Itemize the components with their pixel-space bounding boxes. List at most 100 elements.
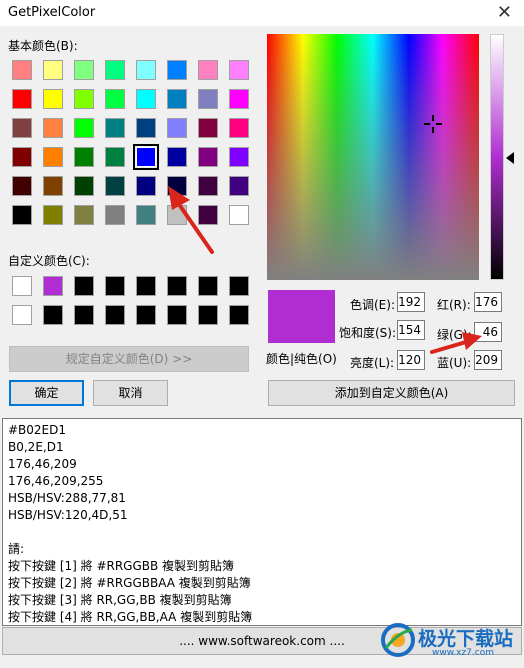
basic-color-swatch[interactable] bbox=[74, 176, 94, 196]
annotation-arrow-icon bbox=[430, 332, 482, 354]
basic-color-swatch[interactable] bbox=[229, 176, 249, 196]
output-line: #B02ED1 bbox=[8, 423, 67, 437]
basic-color-swatch[interactable] bbox=[105, 176, 125, 196]
cancel-button[interactable]: 取消 bbox=[93, 380, 168, 406]
custom-color-swatch[interactable] bbox=[12, 276, 32, 296]
basic-color-swatch[interactable] bbox=[136, 118, 156, 138]
watermark-logo-icon bbox=[381, 623, 415, 657]
output-line: 176,46,209,255 bbox=[8, 474, 104, 488]
basic-color-swatch[interactable] bbox=[136, 176, 156, 196]
basic-color-swatch[interactable] bbox=[167, 147, 187, 167]
basic-color-swatch[interactable] bbox=[136, 89, 156, 109]
basic-color-swatch[interactable] bbox=[105, 147, 125, 167]
watermark-text: 极光下载站 bbox=[418, 628, 514, 650]
basic-color-swatch[interactable] bbox=[229, 147, 249, 167]
sat-field[interactable]: 154 bbox=[397, 320, 425, 340]
basic-color-swatch[interactable] bbox=[12, 176, 32, 196]
custom-color-swatch[interactable] bbox=[43, 305, 63, 325]
basic-color-swatch[interactable] bbox=[105, 205, 125, 225]
basic-color-swatch[interactable] bbox=[229, 60, 249, 80]
basic-color-swatch[interactable] bbox=[105, 118, 125, 138]
output-textarea[interactable]: #B02ED1 B0,2E,D1 176,46,209 176,46,209,255 H… bbox=[2, 418, 522, 626]
red-label: 红(R): bbox=[437, 298, 471, 312]
basic-color-swatch[interactable] bbox=[74, 118, 94, 138]
red-field[interactable]: 176 bbox=[474, 292, 502, 312]
preview-label: 颜色|纯色(O) bbox=[266, 352, 337, 366]
color-preview bbox=[268, 290, 335, 343]
crosshair-icon bbox=[424, 115, 442, 133]
custom-color-swatch[interactable] bbox=[229, 276, 249, 296]
basic-color-swatch[interactable] bbox=[167, 60, 187, 80]
add-custom-color-button[interactable]: 添加到自定义颜色(A) bbox=[268, 380, 515, 406]
basic-color-swatch[interactable] bbox=[167, 89, 187, 109]
output-line: HSB/HSV:120,4D,51 bbox=[8, 508, 128, 522]
luminance-slider[interactable] bbox=[490, 34, 504, 280]
basic-color-swatch[interactable] bbox=[136, 60, 156, 80]
basic-color-swatch[interactable] bbox=[12, 205, 32, 225]
basic-color-swatch[interactable] bbox=[74, 60, 94, 80]
basic-color-swatch[interactable] bbox=[12, 118, 32, 138]
basic-color-swatch[interactable] bbox=[167, 118, 187, 138]
hue-label: 色调(E): bbox=[350, 298, 395, 312]
basic-color-swatch[interactable] bbox=[74, 205, 94, 225]
color-spectrum[interactable] bbox=[267, 34, 479, 280]
define-custom-colors-button[interactable]: 规定自定义颜色(D) >> bbox=[9, 346, 249, 372]
basic-color-swatch[interactable] bbox=[105, 89, 125, 109]
custom-color-swatch[interactable] bbox=[198, 305, 218, 325]
basic-color-swatch[interactable] bbox=[43, 205, 63, 225]
basic-color-swatch[interactable] bbox=[74, 147, 94, 167]
output-line: 按下按鍵 [2] 將 #RRGGBBAA 複製到剪貼簿 bbox=[8, 576, 251, 590]
basic-color-swatch[interactable] bbox=[105, 60, 125, 80]
basic-color-swatch[interactable] bbox=[43, 176, 63, 196]
window-title: GetPixelColor bbox=[8, 5, 96, 20]
basic-colors-label: 基本颜色(B): bbox=[8, 39, 78, 53]
custom-color-swatch[interactable] bbox=[167, 305, 187, 325]
luminance-arrow-icon[interactable] bbox=[506, 152, 514, 164]
watermark: 极光下载站 www.xz7.com bbox=[380, 618, 520, 662]
basic-color-swatch[interactable] bbox=[12, 147, 32, 167]
output-line: B0,2E,D1 bbox=[8, 440, 64, 454]
output-line: 按下按鍵 [1] 將 #RRGGBB 複製到剪貼簿 bbox=[8, 559, 235, 573]
custom-color-swatch[interactable] bbox=[198, 276, 218, 296]
custom-color-swatch[interactable] bbox=[12, 305, 32, 325]
ok-button[interactable]: 确定 bbox=[9, 380, 84, 406]
basic-color-swatch[interactable] bbox=[12, 60, 32, 80]
custom-color-swatch[interactable] bbox=[74, 276, 94, 296]
title-bar: GetPixelColor ✕ bbox=[0, 0, 524, 26]
custom-colors-label: 自定义颜色(C): bbox=[8, 254, 90, 268]
watermark-url: www.xz7.com bbox=[432, 648, 494, 658]
custom-color-swatch[interactable] bbox=[74, 305, 94, 325]
hue-field[interactable]: 192 bbox=[397, 292, 425, 312]
basic-color-swatch[interactable] bbox=[198, 60, 218, 80]
basic-color-swatch[interactable] bbox=[198, 118, 218, 138]
lum-field[interactable]: 120 bbox=[397, 350, 425, 370]
output-line: HSB/HSV:288,77,81 bbox=[8, 491, 126, 505]
annotation-arrow-icon bbox=[168, 186, 214, 254]
custom-color-swatch[interactable] bbox=[43, 276, 63, 296]
custom-color-swatch[interactable] bbox=[105, 276, 125, 296]
custom-color-swatch[interactable] bbox=[136, 276, 156, 296]
basic-color-swatch[interactable] bbox=[43, 60, 63, 80]
custom-color-swatch[interactable] bbox=[167, 276, 187, 296]
basic-color-swatch[interactable] bbox=[133, 144, 159, 170]
output-line: 按下按鍵 [3] 將 RR,GG,BB 複製到剪貼簿 bbox=[8, 593, 232, 607]
basic-color-swatch[interactable] bbox=[198, 89, 218, 109]
custom-color-swatch[interactable] bbox=[105, 305, 125, 325]
custom-color-swatch[interactable] bbox=[136, 305, 156, 325]
basic-color-swatch[interactable] bbox=[136, 205, 156, 225]
close-icon[interactable]: ✕ bbox=[497, 2, 512, 23]
lum-label: 亮度(L): bbox=[350, 356, 395, 370]
basic-color-swatch[interactable] bbox=[43, 118, 63, 138]
output-line: 請: bbox=[8, 542, 25, 556]
output-line: 176,46,209 bbox=[8, 457, 77, 471]
basic-color-swatch[interactable] bbox=[43, 147, 63, 167]
basic-color-swatch[interactable] bbox=[198, 147, 218, 167]
basic-color-swatch[interactable] bbox=[229, 118, 249, 138]
basic-color-swatch[interactable] bbox=[229, 205, 249, 225]
basic-color-swatch[interactable] bbox=[12, 89, 32, 109]
basic-color-swatch[interactable] bbox=[43, 89, 63, 109]
basic-color-swatch[interactable] bbox=[229, 89, 249, 109]
custom-color-swatch[interactable] bbox=[229, 305, 249, 325]
basic-color-swatch[interactable] bbox=[74, 89, 94, 109]
